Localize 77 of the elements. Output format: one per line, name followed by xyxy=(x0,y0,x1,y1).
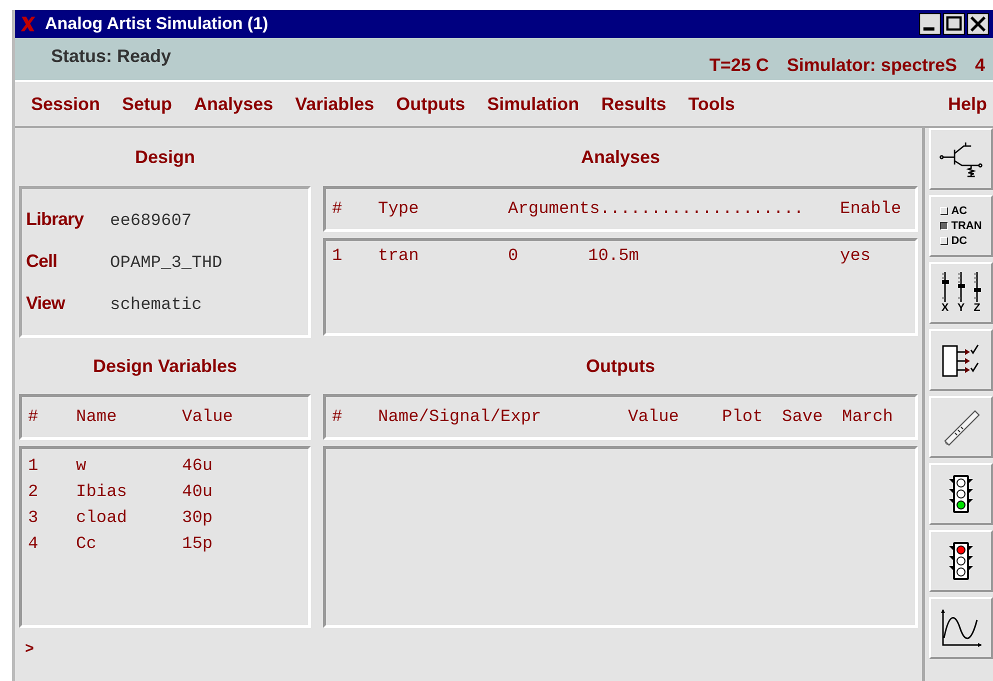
waveform-plot-icon xyxy=(938,608,984,648)
field-value: schematic xyxy=(110,296,202,315)
table-cell-text: 3 xyxy=(28,508,40,528)
menu-item[interactable]: Setup xyxy=(122,94,172,114)
menu-item[interactable]: Analyses xyxy=(194,94,274,114)
axis-label: X xyxy=(941,302,949,314)
command-prompt: > xyxy=(25,640,34,658)
maximize-icon[interactable] xyxy=(943,13,965,35)
toolbar-button[interactable] xyxy=(929,329,993,391)
simulator-text: Simulator: spectreS xyxy=(786,55,957,76)
menu-item[interactable]: Variables xyxy=(295,94,374,114)
table-cell: yes xyxy=(840,247,871,266)
table-cell: 15p xyxy=(182,534,213,554)
column-header: Enable xyxy=(840,200,902,218)
minimize-icon[interactable] xyxy=(919,13,941,35)
table-cell: 10.5m xyxy=(588,247,640,266)
column-header: Type xyxy=(378,200,420,218)
x-logo-icon xyxy=(19,15,37,33)
field-value: ee689607 xyxy=(110,212,192,231)
analyses-button[interactable]: AC TRAN DC xyxy=(929,195,993,257)
axis-label: Y xyxy=(957,302,965,314)
toolbar-button[interactable] xyxy=(929,463,993,525)
table-cell-text: 2 xyxy=(28,482,40,502)
column-header: Arguments.................... xyxy=(508,200,805,218)
menu-item[interactable]: Results xyxy=(601,94,666,114)
table-cell-text: 1 xyxy=(28,456,40,476)
table-cell-text: 4 xyxy=(28,534,40,554)
table-cell-text: Cc xyxy=(76,534,98,554)
menu-item[interactable]: Outputs xyxy=(396,94,466,114)
table-cell-text: tran xyxy=(378,247,420,266)
close-icon[interactable] xyxy=(967,13,989,35)
table-cell: 30p xyxy=(182,508,213,528)
axis-label: Z xyxy=(974,302,980,314)
window-title: Analog Artist Simulation (1) xyxy=(45,14,268,34)
field-label: Cell xyxy=(26,251,58,272)
section-title: Design Variables xyxy=(92,354,238,378)
column-header: # xyxy=(28,408,40,426)
option-label: AC xyxy=(951,204,968,218)
section-title: Design xyxy=(134,146,196,169)
column-header: Value xyxy=(628,408,680,426)
menu-item[interactable]: Simulation xyxy=(487,94,580,114)
column-header: Name/Signal/Expr xyxy=(378,408,542,426)
variables-button[interactable]: X Y Z xyxy=(929,262,993,324)
slider-icon xyxy=(972,272,982,302)
column-header: Save xyxy=(782,408,824,426)
table-cell-text: 1 xyxy=(332,247,344,266)
table-cell-text: w xyxy=(76,456,88,476)
column-header: # xyxy=(332,408,344,426)
toolbar-button[interactable] xyxy=(929,128,993,190)
option-label: DC xyxy=(951,234,968,248)
field-label: Library xyxy=(26,209,85,230)
column-header: Plot xyxy=(722,408,764,426)
field-label: View xyxy=(26,293,66,314)
table-cell-text: 0 xyxy=(508,247,520,266)
toolbar-button[interactable] xyxy=(929,396,993,458)
table-cell: 46u xyxy=(182,456,213,476)
menu-item[interactable]: Help xyxy=(948,94,987,114)
table-cell-text: Ibias xyxy=(76,482,128,502)
menu-item[interactable]: Session xyxy=(31,94,100,114)
section-title: Outputs xyxy=(585,354,656,378)
temperature-text: T=25 C xyxy=(709,55,769,76)
column-header: Name xyxy=(76,408,118,426)
toolbar-button[interactable] xyxy=(929,530,993,592)
section-title: Analyses xyxy=(580,146,662,169)
slider-icon xyxy=(940,272,950,302)
slider-icon xyxy=(956,272,966,302)
menu-item[interactable]: Tools xyxy=(688,94,735,114)
toolbar-button[interactable] xyxy=(929,597,993,659)
column-header: March xyxy=(842,408,894,426)
column-header: # xyxy=(332,200,344,218)
window-number: 4 xyxy=(974,55,985,76)
field-value: OPAMP_3_THD xyxy=(110,254,222,273)
column-header: Value xyxy=(182,408,234,426)
table-cell: 40u xyxy=(182,482,213,502)
table-cell-text: cload xyxy=(76,508,128,528)
status-text: Status: Ready xyxy=(51,46,172,68)
option-label: TRAN xyxy=(951,219,982,233)
